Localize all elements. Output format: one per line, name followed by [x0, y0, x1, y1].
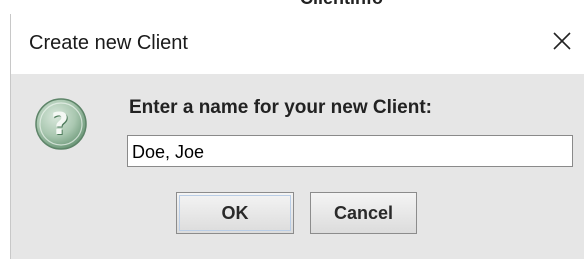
dialog-titlebar: Create new Client — [11, 14, 584, 74]
svg-text:?: ? — [51, 107, 68, 142]
create-client-dialog: Create new Client ? ? Enter a name for y… — [10, 14, 584, 259]
cancel-button[interactable]: Cancel — [310, 192, 417, 234]
dialog-title: Create new Client — [29, 32, 188, 54]
question-icon: ? ? — [33, 96, 89, 152]
ok-button[interactable]: OK — [176, 192, 294, 234]
close-icon[interactable] — [549, 28, 575, 54]
client-name-input[interactable] — [127, 135, 573, 167]
background-window-title: Clientinfo — [300, 0, 383, 9]
dialog-content: ? ? Enter a name for your new Client: OK… — [11, 74, 584, 259]
prompt-label: Enter a name for your new Client: — [129, 97, 432, 118]
